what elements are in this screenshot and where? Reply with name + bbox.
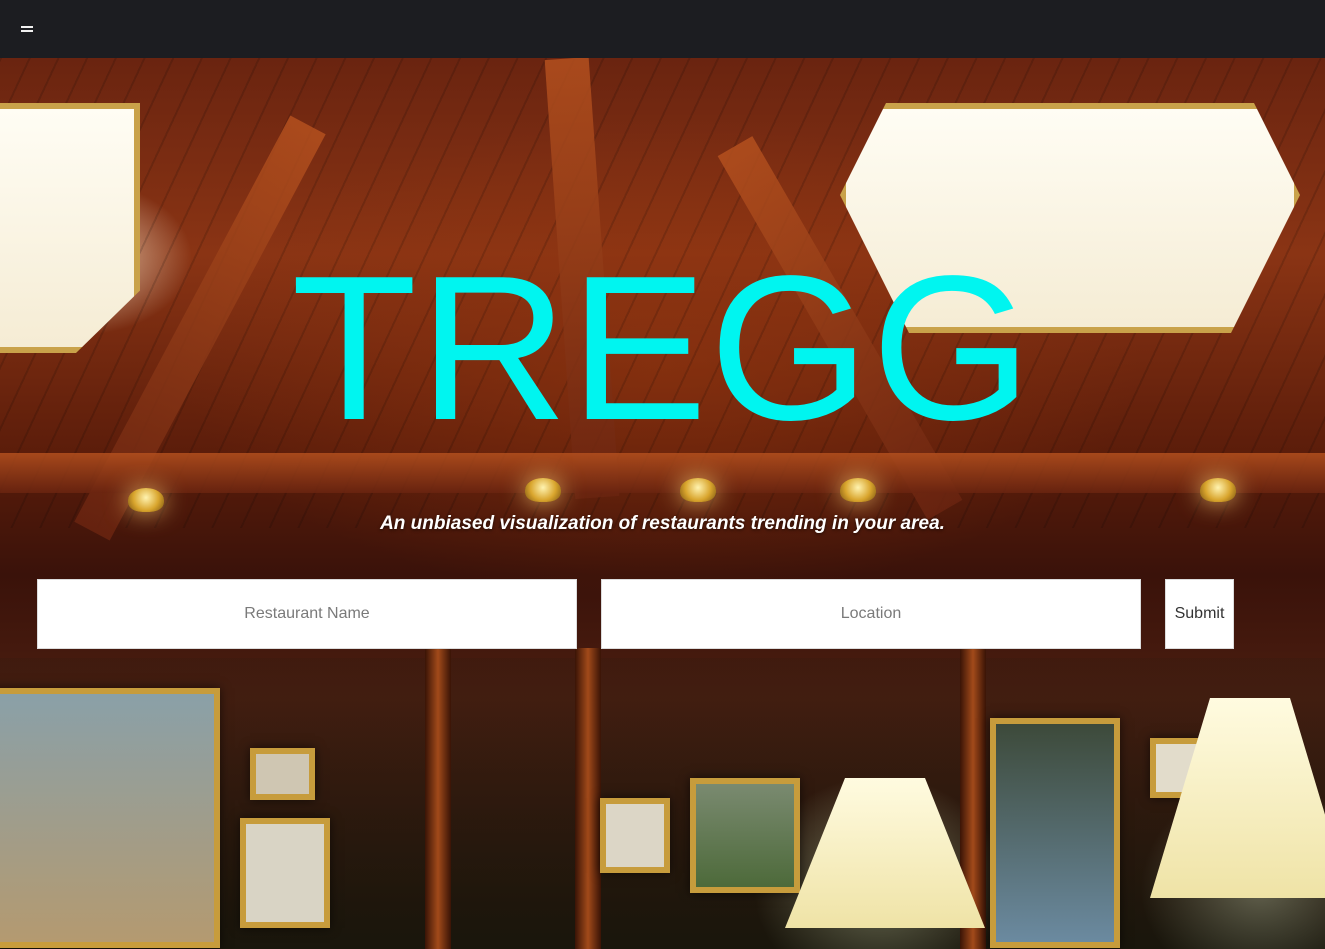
hero-background-image [0,58,1325,949]
photo-frame [240,818,330,928]
hamburger-menu-icon[interactable] [21,24,35,34]
painting-jockey [690,778,800,893]
site-tagline: An unbiased visualization of restaurants… [380,513,945,534]
submit-button[interactable]: Submit [1165,579,1234,649]
site-title: TREGG [291,233,1034,463]
painting-horse [0,688,220,948]
portrait-painting [990,718,1120,948]
top-nav-bar [0,0,1325,58]
location-input[interactable] [601,579,1141,649]
restaurant-name-input[interactable] [37,579,577,649]
